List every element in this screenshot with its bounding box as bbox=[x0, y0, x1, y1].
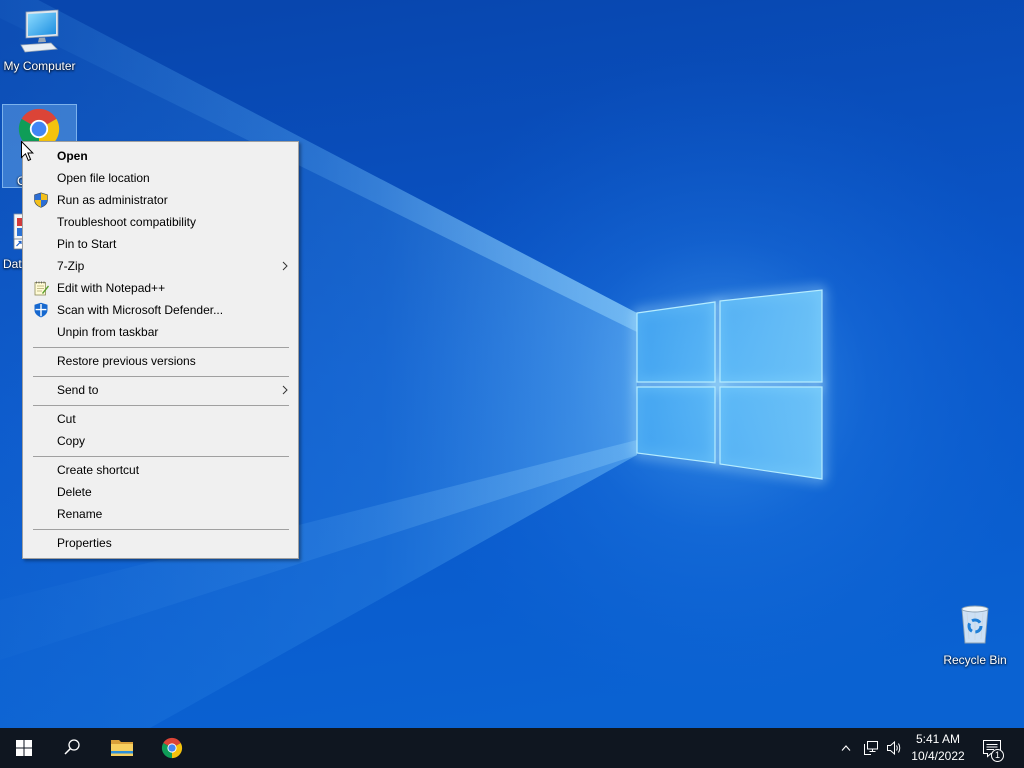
menu-item-open[interactable]: Open bbox=[23, 145, 298, 167]
menu-item-copy[interactable]: Copy bbox=[23, 430, 298, 452]
menu-item-label: Cut bbox=[57, 412, 76, 426]
menu-item-pin-to-start[interactable]: Pin to Start bbox=[23, 233, 298, 255]
desktop-icon-my-computer[interactable]: My Computer bbox=[2, 6, 77, 76]
taskbar-file-explorer[interactable] bbox=[98, 728, 146, 768]
chevron-right-icon bbox=[282, 261, 288, 271]
search-button[interactable] bbox=[48, 728, 96, 768]
menu-item-label: Rename bbox=[57, 507, 103, 521]
menu-item-label: Send to bbox=[57, 383, 99, 397]
menu-item-troubleshoot-compatibility[interactable]: Troubleshoot compatibility bbox=[23, 211, 298, 233]
windows-logo-icon bbox=[16, 740, 32, 756]
menu-item-label: Edit with Notepad++ bbox=[57, 281, 166, 295]
desktop-icon-label: Recycle Bin bbox=[943, 653, 1007, 667]
menu-item-label: Unpin from taskbar bbox=[57, 325, 159, 339]
search-icon bbox=[64, 739, 80, 755]
menu-item-label: Open bbox=[57, 149, 88, 163]
menu-separator bbox=[23, 372, 298, 379]
menu-separator bbox=[23, 525, 298, 532]
defender-shield-icon bbox=[34, 302, 48, 318]
file-explorer-icon bbox=[111, 740, 133, 756]
recycle-bin-icon bbox=[961, 605, 989, 644]
menu-item-unpin-from-taskbar[interactable]: Unpin from taskbar bbox=[23, 321, 298, 343]
volume-icon[interactable] bbox=[886, 740, 902, 756]
menu-separator bbox=[23, 401, 298, 408]
chevron-up-icon[interactable] bbox=[841, 744, 851, 752]
menu-item-create-shortcut[interactable]: Create shortcut bbox=[23, 459, 298, 481]
menu-item-edit-with-notepad-plus-plus[interactable]: Edit with Notepad++ bbox=[23, 277, 298, 299]
desktop-icon-label: My Computer bbox=[3, 59, 76, 73]
clock-date: 10/4/2022 bbox=[911, 749, 965, 763]
menu-separator bbox=[23, 452, 298, 459]
notification-count-badge: 1 bbox=[991, 749, 1004, 762]
chevron-right-icon bbox=[282, 385, 288, 395]
menu-item-run-as-administrator[interactable]: Run as administrator bbox=[23, 189, 298, 211]
menu-item-restore-previous-versions[interactable]: Restore previous versions bbox=[23, 350, 298, 372]
menu-item-send-to[interactable]: Send to bbox=[23, 379, 298, 401]
notepad-plus-plus-icon bbox=[34, 281, 49, 296]
menu-item-label: Properties bbox=[57, 536, 112, 550]
menu-item-delete[interactable]: Delete bbox=[23, 481, 298, 503]
menu-item-label: Scan with Microsoft Defender... bbox=[57, 303, 224, 317]
menu-item-label: 7-Zip bbox=[57, 259, 85, 273]
menu-item-rename[interactable]: Rename bbox=[23, 503, 298, 525]
start-button[interactable] bbox=[0, 728, 48, 768]
mouse-pointer-icon bbox=[21, 141, 34, 162]
taskbar: 5:41 AM 10/4/2022 1 bbox=[0, 728, 1024, 768]
taskbar-chrome[interactable] bbox=[148, 728, 196, 768]
menu-item-label: Pin to Start bbox=[57, 237, 117, 251]
network-icon[interactable] bbox=[863, 740, 879, 756]
taskbar-clock[interactable]: 5:41 AM 10/4/2022 bbox=[906, 728, 970, 768]
menu-item-cut[interactable]: Cut bbox=[23, 408, 298, 430]
desktop-icon-label: Dat bbox=[3, 257, 22, 271]
menu-item-label: Copy bbox=[57, 434, 86, 448]
uac-shield-icon bbox=[34, 192, 48, 208]
menu-item-open-file-location[interactable]: Open file location bbox=[23, 167, 298, 189]
menu-item-properties[interactable]: Properties bbox=[23, 532, 298, 554]
clock-time: 5:41 AM bbox=[915, 732, 961, 746]
menu-item-label: Run as administrator bbox=[57, 193, 168, 207]
desktop-icon-recycle-bin[interactable]: Recycle Bin bbox=[938, 598, 1012, 670]
menu-item-label: Create shortcut bbox=[57, 463, 140, 477]
context-menu: Open Open file location Run as administr… bbox=[22, 141, 299, 559]
menu-separator bbox=[23, 343, 298, 350]
menu-item-label: Troubleshoot compatibility bbox=[57, 215, 196, 229]
menu-item-label: Restore previous versions bbox=[57, 354, 196, 368]
menu-item-scan-with-defender[interactable]: Scan with Microsoft Defender... bbox=[23, 299, 298, 321]
menu-item-7zip[interactable]: 7-Zip bbox=[23, 255, 298, 277]
computer-icon bbox=[20, 9, 59, 53]
menu-item-label: Delete bbox=[57, 485, 92, 499]
menu-item-label: Open file location bbox=[57, 171, 150, 185]
chrome-icon bbox=[161, 737, 183, 759]
